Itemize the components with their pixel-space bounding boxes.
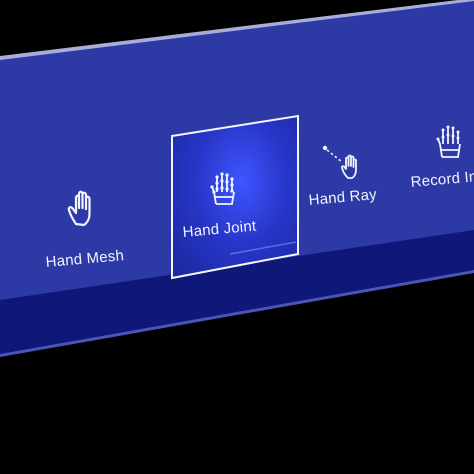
record-input-icon <box>436 125 461 158</box>
hand-ray-label: Hand Ray <box>308 186 378 209</box>
hand-ray-icon <box>322 145 357 179</box>
hand-ray-button[interactable]: Hand Ray <box>300 140 400 230</box>
hand-mesh-icon <box>67 190 91 227</box>
record-input-label: Record Inp <box>410 167 474 191</box>
hand-menu-view: Hand Mesh Hand Joint Hand Ray Record Inp <box>0 0 474 474</box>
hand-mesh-button[interactable]: Hand Mesh <box>40 180 170 280</box>
hand-joint-icon <box>210 172 235 205</box>
hand-mesh-label: Hand Mesh <box>45 247 125 271</box>
record-input-button[interactable]: Record Inp <box>400 118 474 208</box>
hand-joint-button[interactable]: Hand Joint <box>170 114 300 282</box>
